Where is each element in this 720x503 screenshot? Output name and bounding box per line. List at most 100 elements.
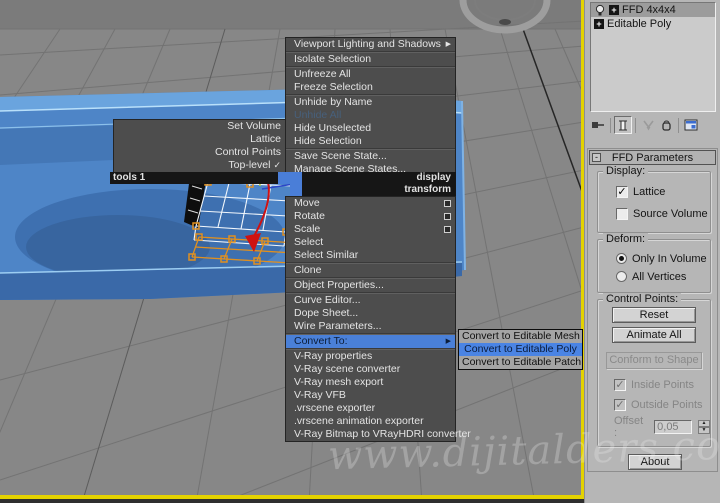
- menu-item-control-points[interactable]: Control Points: [114, 146, 289, 159]
- menu-item-scale[interactable]: Scale: [286, 223, 455, 236]
- modifier-stack-list[interactable]: + FFD 4x4x4 + Editable Poly: [590, 2, 716, 112]
- quad-header-label: tools 1: [113, 172, 146, 183]
- menu-item-label: V-Ray Bitmap to VRayHDRI converter: [294, 428, 471, 440]
- menu-item-clone[interactable]: Clone: [286, 264, 455, 277]
- menu-item-label: V-Ray mesh export: [294, 376, 384, 388]
- menu-item-convert-editable-poly[interactable]: Convert to Editable Poly: [459, 343, 582, 356]
- outside-points-checkbox: ✓: [614, 398, 626, 411]
- pin-stack-button[interactable]: [589, 116, 607, 134]
- menu-item-convert-editable-mesh[interactable]: Convert to Editable Mesh: [459, 330, 582, 343]
- configure-modifier-sets-button[interactable]: [682, 116, 700, 134]
- menu-item-unhide-all: Unhide All: [286, 109, 455, 122]
- menu-item-label: Object Properties...: [294, 279, 384, 291]
- all-vertices-radio[interactable]: [616, 271, 627, 282]
- menu-item-vray-properties[interactable]: V-Ray properties: [286, 350, 455, 363]
- menu-item-hide-unselected[interactable]: Hide Unselected: [286, 122, 455, 135]
- viewport-bottom-edge: [0, 499, 584, 503]
- menu-item-curve-editor[interactable]: Curve Editor...: [286, 294, 455, 307]
- menu-item-rotate[interactable]: Rotate: [286, 210, 455, 223]
- menu-item-top-level[interactable]: Top-level ✓: [114, 159, 289, 172]
- lattice-checkbox-row[interactable]: ✓ Lattice: [616, 185, 665, 198]
- menu-item-lattice[interactable]: Lattice: [114, 133, 289, 146]
- spinner-up-icon[interactable]: ▲: [698, 419, 710, 427]
- menu-item-label: Set Volume: [227, 120, 281, 132]
- menu-item-vray-scene-converter[interactable]: V-Ray scene converter: [286, 363, 455, 376]
- convert-to-submenu: Convert to Editable Mesh Convert to Edit…: [458, 329, 583, 370]
- menu-item-vray-bitmap-converter[interactable]: V-Ray Bitmap to VRayHDRI converter: [286, 428, 471, 441]
- menu-item-label: Unfreeze All: [294, 68, 351, 80]
- menu-item-vray-mesh-export[interactable]: V-Ray mesh export: [286, 376, 455, 389]
- toolbar-separator: [678, 117, 679, 133]
- menu-item-label: Wire Parameters...: [294, 320, 382, 332]
- menu-item-set-volume[interactable]: Set Volume: [114, 120, 289, 133]
- reset-button[interactable]: Reset: [612, 307, 696, 323]
- menu-item-vray-vfb[interactable]: V-Ray VFB: [286, 389, 455, 402]
- only-in-volume-radio-row[interactable]: Only In Volume: [616, 252, 707, 265]
- settings-box-icon[interactable]: [444, 213, 451, 220]
- all-vertices-radio-row[interactable]: All Vertices: [616, 270, 686, 283]
- only-in-volume-radio[interactable]: [616, 253, 627, 264]
- menu-item-vrscene-exporter[interactable]: .vrscene exporter: [286, 402, 455, 415]
- menu-item-hide-selection[interactable]: Hide Selection: [286, 135, 455, 148]
- menu-item-object-properties[interactable]: Object Properties...: [286, 279, 455, 292]
- quad-header-tools[interactable]: tools 1: [110, 172, 290, 184]
- quad-header-display[interactable]: display: [290, 172, 456, 184]
- menu-item-label: .vrscene animation exporter: [294, 415, 424, 427]
- remove-modifier-button[interactable]: [657, 116, 675, 134]
- visibility-bulb-icon[interactable]: [594, 4, 606, 17]
- menu-item-freeze-selection[interactable]: Freeze Selection: [286, 81, 455, 94]
- collapse-minus-icon[interactable]: -: [592, 153, 601, 162]
- expand-plus-icon[interactable]: +: [609, 5, 619, 15]
- menu-item-vrscene-animation-exporter[interactable]: .vrscene animation exporter: [286, 415, 455, 428]
- source-volume-checkbox-row[interactable]: Source Volume: [616, 207, 708, 220]
- checkbox-label: Outside Points: [631, 398, 703, 411]
- menu-item-unfreeze-all[interactable]: Unfreeze All: [286, 68, 455, 81]
- modifier-stack-row-editable-poly[interactable]: + Editable Poly: [591, 17, 715, 31]
- outside-points-checkbox-row: ✓ Outside Points: [614, 398, 703, 411]
- rollout-header[interactable]: - FFD Parameters: [589, 150, 716, 165]
- configure-sets-icon: [684, 119, 698, 131]
- menu-item-wire-parameters[interactable]: Wire Parameters...: [286, 320, 455, 333]
- menu-item-dope-sheet[interactable]: Dope Sheet...: [286, 307, 455, 320]
- menu-item-select[interactable]: Select: [286, 236, 455, 249]
- rollout-title: FFD Parameters: [611, 152, 694, 164]
- menu-item-save-scene-state[interactable]: Save Scene State...: [286, 150, 455, 163]
- offset-field[interactable]: 0,05: [654, 419, 693, 434]
- deform-group: Deform: Only In Volume All Vertices: [597, 233, 711, 293]
- menu-item-unhide-by-name[interactable]: Unhide by Name: [286, 96, 455, 109]
- about-button[interactable]: About: [628, 454, 682, 470]
- trash-bin-icon: [661, 120, 671, 131]
- transform-quad-menu: Move Rotate Scale Select Select Similar …: [285, 196, 471, 442]
- quad-corner-marker: [278, 172, 290, 184]
- checkbox-label: Lattice: [633, 185, 666, 198]
- menu-item-convert-editable-patch[interactable]: Convert to Editable Patch: [459, 356, 582, 369]
- menu-item-label: Lattice: [250, 133, 281, 145]
- checkbox-label: Source Volume: [633, 207, 708, 220]
- quad-corner-marker: [290, 184, 302, 196]
- menu-item-viewport-lighting[interactable]: Viewport Lighting and Shadows ▶: [286, 38, 455, 51]
- menu-item-label: Control Points: [215, 146, 281, 158]
- menu-item-label: Convert to Editable Patch: [462, 356, 582, 368]
- expand-plus-icon[interactable]: +: [594, 19, 604, 29]
- menu-item-move[interactable]: Move: [286, 197, 455, 210]
- inside-points-checkbox-row: ✓ Inside Points: [614, 378, 694, 391]
- source-volume-checkbox[interactable]: [616, 207, 628, 220]
- modifier-stack-row-ffd[interactable]: + FFD 4x4x4: [591, 3, 715, 17]
- menu-item-label: Viewport Lighting and Shadows: [294, 38, 441, 50]
- lattice-checkbox[interactable]: ✓: [616, 185, 628, 198]
- menu-item-isolate-selection[interactable]: Isolate Selection: [286, 53, 455, 66]
- settings-box-icon[interactable]: [444, 226, 451, 233]
- display-group: Display: ✓ Lattice Source Volume: [597, 165, 711, 233]
- menu-item-select-similar[interactable]: Select Similar: [286, 249, 455, 262]
- settings-box-icon[interactable]: [444, 200, 451, 207]
- offset-label: Offset :: [614, 414, 644, 439]
- show-end-result-button[interactable]: [614, 116, 632, 134]
- make-unique-button[interactable]: [639, 116, 657, 134]
- menu-item-label: Hide Unselected: [294, 122, 372, 134]
- menu-item-convert-to[interactable]: Convert To: ▶: [286, 335, 455, 348]
- animate-all-button[interactable]: Animate All: [612, 327, 696, 343]
- toolbar-separator: [610, 117, 611, 133]
- quad-header-transform[interactable]: transform: [290, 184, 456, 196]
- offset-spinner[interactable]: ▲ ▼: [698, 419, 710, 434]
- spinner-down-icon[interactable]: ▼: [698, 426, 710, 434]
